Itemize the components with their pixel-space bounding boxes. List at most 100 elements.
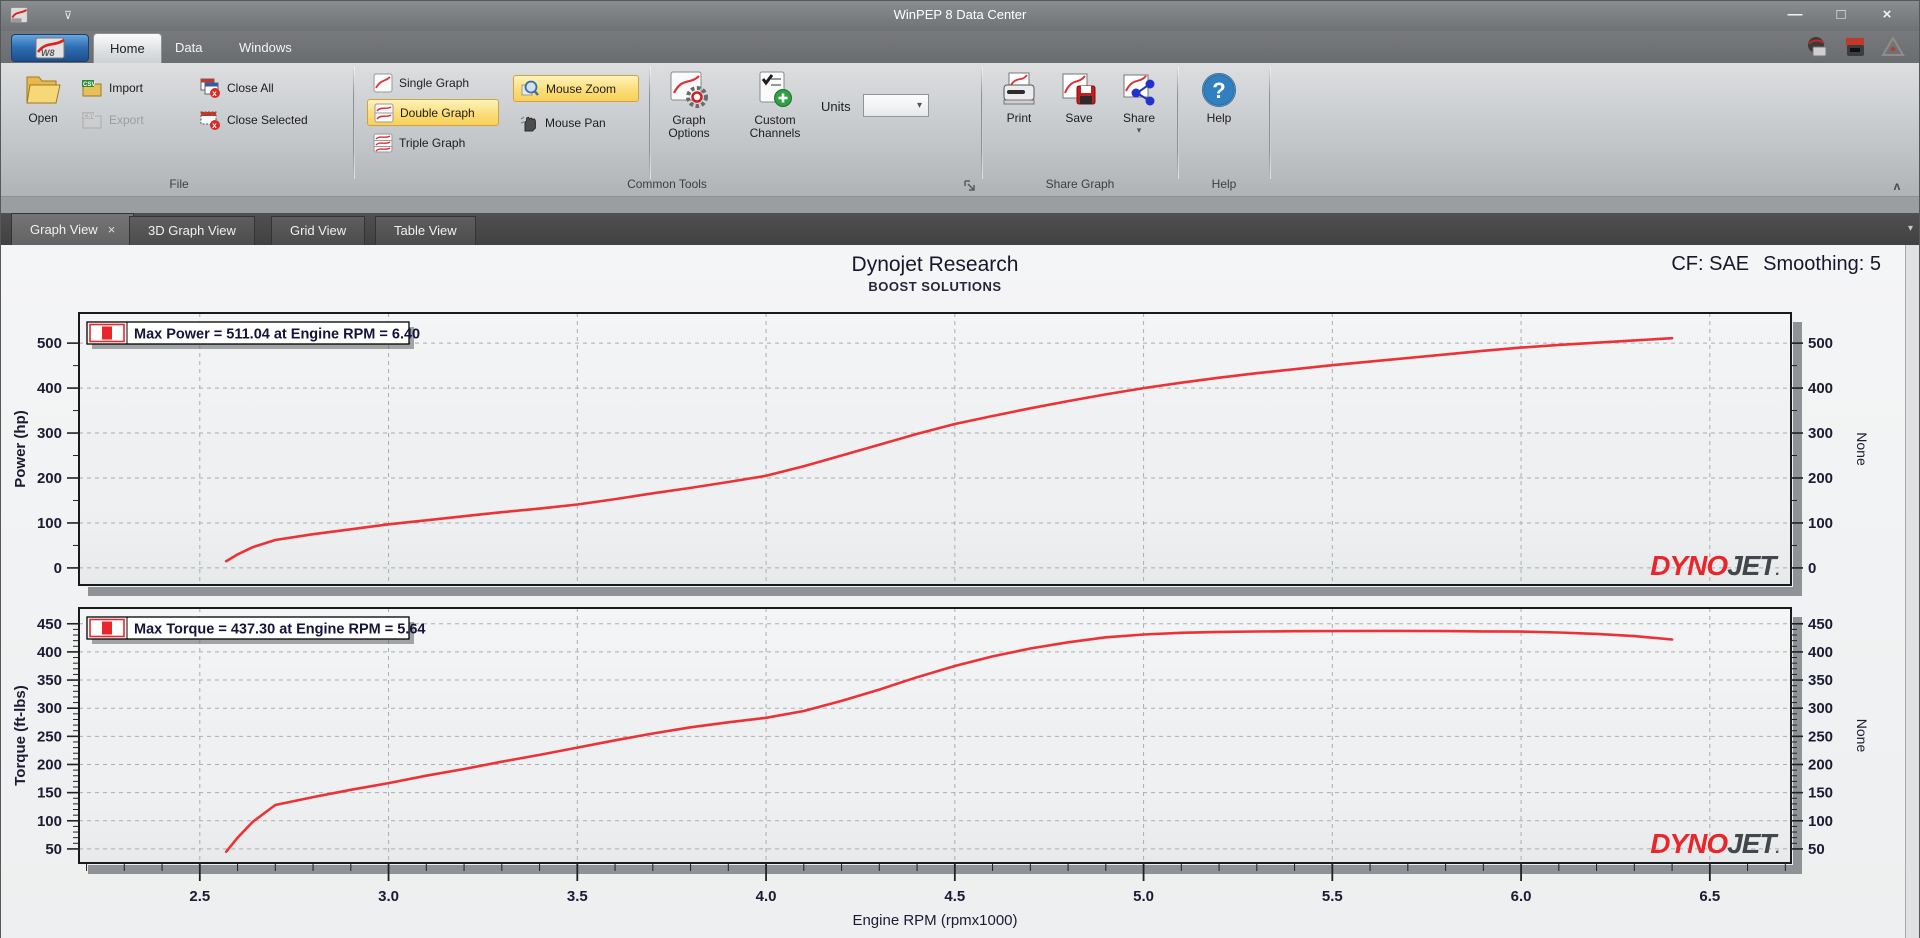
svg-text:6.0: 6.0 <box>1511 888 1532 905</box>
tab-windows[interactable]: Windows <box>223 33 308 63</box>
vertical-scrollbar[interactable] <box>1905 245 1919 938</box>
svg-text:Power (hp): Power (hp) <box>12 410 29 488</box>
tab-home[interactable]: Home <box>93 33 162 63</box>
tab-table-view[interactable]: Table View <box>375 216 476 245</box>
import-button[interactable]: CSV Import <box>81 75 143 101</box>
save-label: Save <box>1065 111 1093 125</box>
svg-text:100: 100 <box>37 813 62 830</box>
svg-text:200: 200 <box>1808 756 1833 773</box>
print-icon <box>1003 72 1035 105</box>
print-button[interactable]: Print <box>993 71 1045 125</box>
svg-text:200: 200 <box>37 756 62 773</box>
svg-text:2.5: 2.5 <box>189 888 210 905</box>
winpep-mini-icon[interactable] <box>1805 35 1829 59</box>
ribbon: Open CSV Import CSV Export x Close All x… <box>1 63 1919 197</box>
close-selected-button[interactable]: x Close Selected <box>199 107 308 133</box>
share-dropdown-icon: ▾ <box>1136 125 1142 135</box>
svg-text:3.0: 3.0 <box>378 888 399 905</box>
svg-text:5.5: 5.5 <box>1322 888 1343 905</box>
save-button[interactable]: Save <box>1053 71 1105 125</box>
single-graph-label: Single Graph <box>399 75 470 90</box>
svg-text:200: 200 <box>1808 470 1833 487</box>
graph-options-label: Graph Options <box>668 113 710 140</box>
tab-grid-view[interactable]: Grid View <box>271 216 366 245</box>
mouse-zoom-icon <box>521 80 539 96</box>
svg-text:350: 350 <box>1808 672 1833 689</box>
title-bar: ⊽ WinPEP 8 Data Center — □ × <box>1 1 1919 31</box>
import-label: Import <box>109 81 144 95</box>
svg-text:None: None <box>1854 719 1870 753</box>
double-graph-label: Double Graph <box>400 105 475 120</box>
svg-text:Max Torque = 437.30 at Engine: Max Torque = 437.30 at Engine RPM = 5.64 <box>134 622 425 638</box>
table-view-label: Table View <box>394 223 457 238</box>
svg-text:100: 100 <box>1808 813 1833 830</box>
units-dropdown[interactable]: ▾ <box>863 94 929 117</box>
svg-text:None: None <box>1854 432 1870 466</box>
share-icon <box>1123 74 1155 106</box>
share-button[interactable]: Share ▾ <box>1113 71 1165 135</box>
svg-text:300: 300 <box>37 700 62 717</box>
custom-channels-button[interactable]: Custom Channels <box>737 69 813 140</box>
tab-scroll-down-icon[interactable]: ▾ <box>1908 223 1913 234</box>
application-button[interactable]: W8 <box>11 34 89 62</box>
close-all-button[interactable]: x Close All <box>199 75 274 101</box>
minimize-button[interactable]: — <box>1781 5 1809 25</box>
single-graph-button[interactable]: Single Graph <box>367 69 499 96</box>
svg-text:CSV: CSV <box>83 82 95 88</box>
graph-options-button[interactable]: Graph Options <box>653 69 725 140</box>
tab-data[interactable]: Data <box>159 33 218 63</box>
custom-channels-icon <box>759 71 792 107</box>
svg-text:0: 0 <box>54 560 62 577</box>
collapse-ribbon-icon[interactable]: ʌ <box>1889 180 1905 195</box>
dynojet-watermark: DYNOJET. <box>1650 550 1779 581</box>
graph-panel: Dynojet Research BOOST SOLUTIONS CF: SAE… <box>1 245 1907 938</box>
open-button[interactable]: Open <box>17 71 69 125</box>
triple-graph-button[interactable]: Triple Graph <box>367 129 499 156</box>
grid-view-label: Grid View <box>290 223 347 238</box>
double-graph-button[interactable]: Double Graph <box>367 99 499 126</box>
svg-text:300: 300 <box>37 425 62 442</box>
mouse-pan-button[interactable]: Mouse Pan <box>513 109 639 136</box>
close-selected-label: Close Selected <box>227 113 308 127</box>
group-separator <box>1177 67 1179 179</box>
mouse-zoom-label: Mouse Zoom <box>546 81 617 96</box>
torque-graph-legend: Max Torque = 437.30 at Engine RPM = 5.64 <box>86 616 425 644</box>
export-csv-icon: CSV <box>82 112 102 129</box>
tab-close-icon[interactable]: × <box>108 222 116 237</box>
svg-text:250: 250 <box>37 728 62 745</box>
svg-text:3.5: 3.5 <box>567 888 588 905</box>
single-graph-icon <box>373 73 393 92</box>
group-label-common-tools: Common Tools <box>627 177 707 191</box>
close-selected-icon: x <box>200 111 220 130</box>
svg-text:4.5: 4.5 <box>944 888 965 905</box>
units-label: Units <box>821 99 851 114</box>
mouse-zoom-button[interactable]: Mouse Zoom <box>513 75 639 102</box>
svg-text:300: 300 <box>1808 425 1833 442</box>
export-label: Export <box>109 113 144 127</box>
help-label: Help <box>1206 111 1232 125</box>
mouse-pan-label: Mouse Pan <box>545 115 606 130</box>
svg-text:50: 50 <box>45 841 62 858</box>
help-button[interactable]: ? Help <box>1193 71 1245 125</box>
close-button[interactable]: × <box>1873 5 1901 25</box>
dyno-device-icon[interactable] <box>1843 35 1867 59</box>
tab-3d-graph-view[interactable]: 3D Graph View <box>129 216 255 245</box>
dyno-charts: 0 0 100 100 200 200 300 300 400 400 500 500 Power (h… <box>12 312 1870 929</box>
svg-text:300: 300 <box>1808 700 1833 717</box>
svg-text:Max Power = 511.04 at Engine R: Max Power = 511.04 at Engine RPM = 6.40 <box>134 327 420 343</box>
triple-graph-label: Triple Graph <box>399 135 466 150</box>
maximize-button[interactable]: □ <box>1827 5 1855 25</box>
save-icon <box>1062 73 1096 105</box>
graph-options-icon <box>670 71 708 108</box>
svg-text:150: 150 <box>1808 785 1833 802</box>
view-tab-strip: Graph View × 3D Graph View Grid View Tab… <box>1 213 1919 245</box>
warning-triangle-icon[interactable] <box>1881 35 1905 59</box>
svg-text:350: 350 <box>37 672 62 689</box>
tab-graph-view[interactable]: Graph View × <box>11 213 135 245</box>
open-folder-icon <box>26 76 61 104</box>
svg-text:0: 0 <box>1808 560 1816 577</box>
svg-text:400: 400 <box>37 644 62 661</box>
svg-text:x: x <box>212 121 217 130</box>
svg-text:450: 450 <box>1808 616 1833 633</box>
group-label-file: File <box>169 177 189 191</box>
